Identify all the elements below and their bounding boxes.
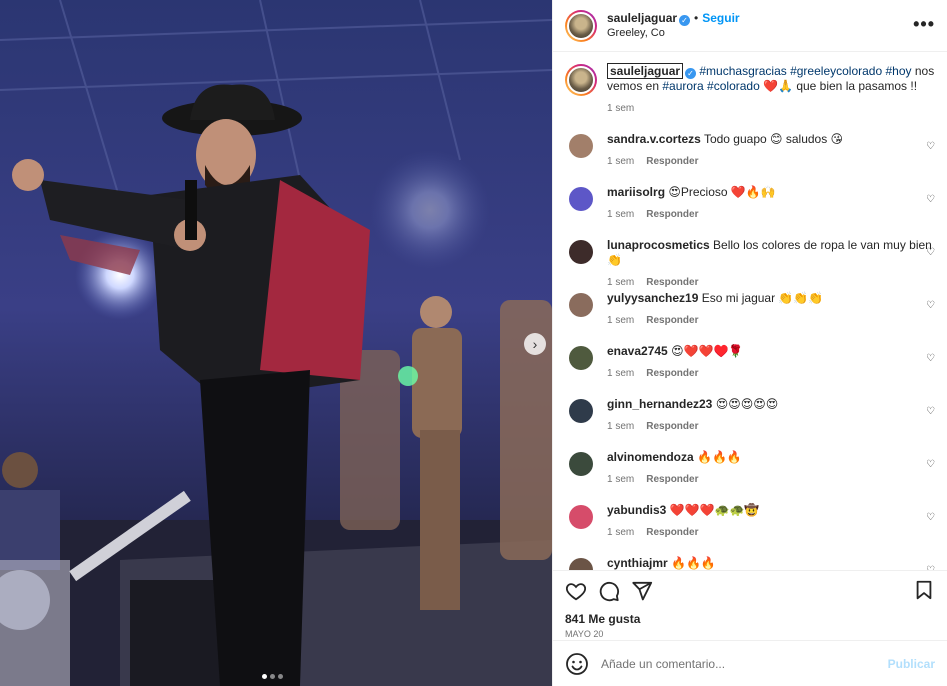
author-avatar[interactable] (565, 9, 597, 42)
comment-item: sandra.v.cortezs Todo guapo 😊 saludos 😘 1… (565, 132, 935, 185)
author-username[interactable]: sauleljaguar (607, 11, 677, 25)
comments-list[interactable]: sauleljaguar ✓ #muchasgracias #greeleycol… (553, 52, 947, 570)
comment-text: Todo guapo 😊 saludos 😘 (703, 132, 844, 146)
comment-composer: Publicar (553, 640, 947, 686)
like-heart-icon[interactable] (565, 580, 587, 602)
comment-like-heart-icon[interactable]: ♡ (926, 459, 935, 470)
next-slide-button[interactable]: › (524, 333, 546, 355)
comment-like-heart-icon[interactable]: ♡ (926, 247, 935, 258)
reply-button[interactable]: Responder (646, 421, 698, 432)
comment-time[interactable]: 1 sem (607, 368, 634, 379)
verified-badge-icon: ✓ (685, 68, 697, 79)
post-location[interactable]: Greeley, Co (607, 26, 740, 41)
carousel-dot (270, 674, 275, 679)
commenter-username[interactable]: enava2745 (607, 344, 668, 358)
commenter-username[interactable]: alvinomendoza (607, 450, 694, 464)
comment-text: 🔥🔥🔥 (671, 556, 716, 570)
caption-text: ❤️🙏 que bien la pasamos !! (759, 79, 918, 93)
commenter-username[interactable]: cynthiajmr (607, 556, 668, 570)
comment-icon[interactable] (598, 580, 620, 602)
comment-like-heart-icon[interactable]: ♡ (926, 512, 935, 523)
post-photo[interactable]: › (0, 0, 552, 686)
comment-time[interactable]: 1 sem (607, 474, 634, 485)
comment-like-heart-icon[interactable]: ♡ (926, 300, 935, 311)
commenter-username[interactable]: lunaprocosmetics (607, 238, 710, 252)
action-bar: 841 Me gusta MAYO 20 (553, 570, 947, 640)
caption-hashtags[interactable]: #aurora #colorado (662, 79, 759, 93)
more-options-icon[interactable]: ••• (913, 14, 935, 35)
comment-item: enava2745 😍❤️❤️♥️🌹 1 sem Responder ♡ (565, 344, 935, 397)
verified-badge-icon: ✓ (679, 14, 691, 26)
caption-avatar[interactable] (565, 64, 597, 96)
commenter-avatar[interactable] (569, 399, 593, 423)
caption-text: nos (911, 64, 935, 78)
comment-item: mariisolrg 😍Precioso ❤️🔥🙌 1 sem Responder ♡ (565, 185, 935, 238)
comment-item: lunaprocosmetics Bello los colores de ro… (565, 238, 935, 291)
commenter-avatar[interactable] (569, 293, 593, 317)
comment-time[interactable]: 1 sem (607, 421, 634, 432)
instagram-post: › sauleljaguar ✓ • Seguir Greeley, Co ••• (0, 0, 947, 686)
save-bookmark-icon[interactable] (913, 579, 935, 601)
comment-like-heart-icon[interactable]: ♡ (926, 141, 935, 152)
post-header: sauleljaguar ✓ • Seguir Greeley, Co ••• (553, 0, 947, 52)
commenter-avatar[interactable] (569, 505, 593, 529)
comment-text: 😍Precioso ❤️🔥🙌 (668, 185, 776, 199)
comment-like-heart-icon[interactable]: ♡ (926, 353, 935, 364)
comment-like-heart-icon[interactable]: ♡ (926, 194, 935, 205)
separator: • (694, 10, 699, 25)
commenter-avatar[interactable] (569, 187, 593, 211)
share-icon[interactable] (631, 580, 653, 602)
comment-text: 😍😍😍😍😍 (715, 397, 779, 411)
reply-button[interactable]: Responder (646, 209, 698, 220)
comment-item: yulyysanchez19 Eso mi jaguar 👏👏👏 1 sem Res… (565, 291, 935, 344)
comment-text: 🔥🔥🔥 (697, 450, 742, 464)
caption-time[interactable]: 1 sem (607, 103, 634, 114)
reply-button[interactable]: Responder (646, 474, 698, 485)
comment-time[interactable]: 1 sem (607, 527, 634, 538)
caption-text: vemos en (607, 79, 663, 93)
commenter-username[interactable]: mariisolrg (607, 185, 665, 199)
comment-text: Eso mi jaguar 👏👏👏 (701, 291, 824, 305)
reply-button[interactable]: Responder (646, 156, 698, 167)
comment-time[interactable]: 1 sem (607, 156, 634, 167)
follow-button[interactable]: Seguir (702, 11, 739, 25)
carousel-dot (262, 674, 267, 679)
comment-input[interactable] (601, 656, 888, 671)
publish-button[interactable]: Publicar (888, 657, 935, 671)
reply-button[interactable]: Responder (646, 277, 698, 288)
commenter-username[interactable]: ginn_hernandez23 (607, 397, 712, 411)
caption-username[interactable]: sauleljaguar (607, 63, 684, 79)
comment-item: alvinomendoza 🔥🔥🔥 1 sem Responder ♡ (565, 450, 935, 503)
comment-item: ginn_hernandez23 😍😍😍😍😍 1 sem Responder ♡ (565, 397, 935, 450)
commenter-username[interactable]: sandra.v.cortezs (607, 132, 701, 146)
comment-text: 😍❤️❤️♥️🌹 (671, 344, 744, 358)
concert-photo (0, 0, 552, 686)
commenter-avatar[interactable] (569, 134, 593, 158)
post-caption: sauleljaguar ✓ #muchasgracias #greeleycol… (565, 63, 935, 116)
reply-button[interactable]: Responder (646, 368, 698, 379)
commenter-avatar[interactable] (569, 346, 593, 370)
commenter-username[interactable]: yulyysanchez19 (607, 291, 698, 305)
carousel-indicator (262, 674, 283, 679)
comment-time[interactable]: 1 sem (607, 209, 634, 220)
comment-text: ❤️❤️❤️🐢🐢🤠 (669, 503, 760, 517)
caption-hashtags[interactable]: #muchasgracias #greeleycolorado #hoy (699, 64, 911, 78)
commenter-username[interactable]: yabundis3 (607, 503, 666, 517)
comment-item: yabundis3 ❤️❤️❤️🐢🐢🤠 1 sem Responder ♡ (565, 503, 935, 556)
likes-count[interactable]: 841 Me gusta (565, 612, 935, 626)
reply-button[interactable]: Responder (646, 315, 698, 326)
commenter-avatar[interactable] (569, 452, 593, 476)
comment-like-heart-icon[interactable]: ♡ (926, 406, 935, 417)
commenter-avatar[interactable] (569, 558, 593, 570)
post-date: MAYO 20 (565, 629, 604, 639)
comment-item: cynthiajmr 🔥🔥🔥1 semResponder♡ (565, 556, 935, 570)
comment-time[interactable]: 1 sem (607, 315, 634, 326)
emoji-icon[interactable] (565, 652, 589, 676)
commenter-avatar[interactable] (569, 240, 593, 264)
reply-button[interactable]: Responder (646, 527, 698, 538)
comment-time[interactable]: 1 sem (607, 277, 634, 288)
carousel-dot (278, 674, 283, 679)
post-panel: sauleljaguar ✓ • Seguir Greeley, Co ••• sau… (552, 0, 947, 686)
